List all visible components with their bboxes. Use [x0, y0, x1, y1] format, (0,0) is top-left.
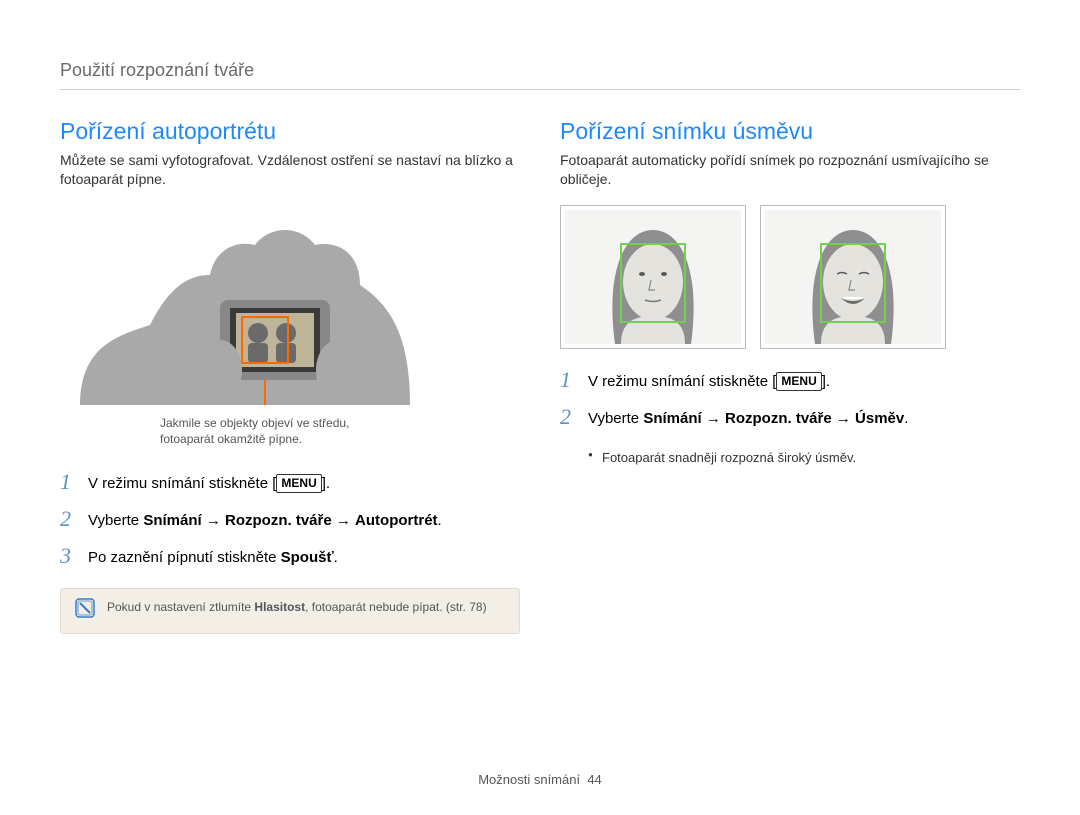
manual-page: Použití rozpoznání tváře Pořízení autopo…	[0, 0, 1080, 815]
selfportrait-illustration	[60, 205, 520, 405]
step-number: 1	[560, 369, 588, 391]
step-row: 1 V režimu snímání stiskněte [MENU].	[560, 369, 1020, 392]
page-footer: Možnosti snímání 44	[0, 772, 1080, 787]
page-header: Použití rozpoznání tváře	[60, 60, 1020, 90]
right-bullets: Fotoaparát snadněji rozpozná široký úsmě…	[588, 449, 1020, 467]
step-text: Vyberte Snímání → Rozpozn. tváře → Úsměv…	[588, 406, 908, 429]
step-number: 2	[60, 508, 88, 530]
step-row: 1 V režimu snímání stiskněte [MENU].	[60, 471, 520, 494]
right-title: Pořízení snímku úsměvu	[560, 118, 1020, 145]
menu-button-icon: MENU	[276, 474, 321, 493]
step-number: 2	[560, 406, 588, 428]
menu-button-icon: MENU	[776, 372, 821, 391]
right-intro: Fotoaparát automaticky pořídí snímek po …	[560, 151, 1020, 189]
note-box: Pokud v nastavení ztlumíte Hlasitost, fo…	[60, 588, 520, 634]
right-steps: 1 V režimu snímání stiskněte [MENU]. 2 V…	[560, 369, 1020, 429]
note-text: Pokud v nastavení ztlumíte Hlasitost, fo…	[107, 599, 487, 616]
left-title: Pořízení autoportrétu	[60, 118, 520, 145]
step-number: 1	[60, 471, 88, 493]
step-text: V režimu snímání stiskněte [MENU].	[588, 369, 830, 392]
step-text: Po zaznění pípnutí stiskněte Spoušť.	[88, 545, 338, 568]
step-row: 2 Vyberte Snímání → Rozpozn. tváře → Úsm…	[560, 406, 1020, 429]
left-steps: 1 V režimu snímání stiskněte [MENU]. 2 V…	[60, 471, 520, 568]
smile-image-smiling	[760, 205, 946, 349]
step-text: V režimu snímání stiskněte [MENU].	[88, 471, 330, 494]
smile-image-neutral	[560, 205, 746, 349]
illustration-caption: Jakmile se objekty objeví ve středu, fot…	[160, 415, 520, 447]
bullet-item: Fotoaparát snadněji rozpozná široký úsmě…	[588, 449, 1020, 467]
right-column: Pořízení snímku úsměvu Fotoaparát automa…	[560, 118, 1020, 634]
step-number: 3	[60, 545, 88, 567]
left-intro: Můžete se sami vyfotografovat. Vzdálenos…	[60, 151, 520, 189]
step-row: 3 Po zaznění pípnutí stiskněte Spoušť.	[60, 545, 520, 568]
smile-images	[560, 205, 1020, 349]
left-column: Pořízení autoportrétu Můžete se sami vyf…	[60, 118, 520, 634]
two-columns: Pořízení autoportrétu Můžete se sami vyf…	[60, 118, 1020, 634]
info-icon	[75, 598, 95, 623]
step-row: 2 Vyberte Snímání → Rozpozn. tváře → Aut…	[60, 508, 520, 531]
step-text: Vyberte Snímání → Rozpozn. tváře → Autop…	[88, 508, 442, 531]
